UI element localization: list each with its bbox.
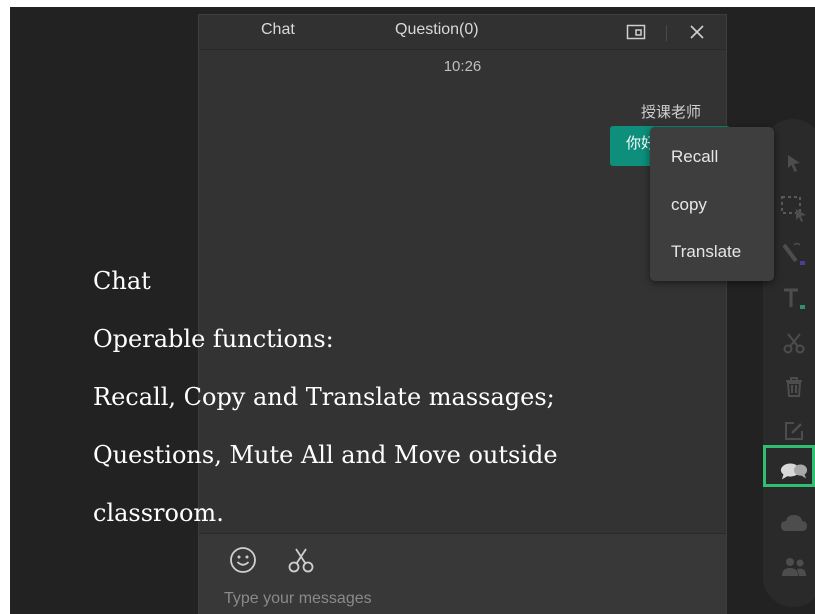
tool-pen[interactable] [780, 239, 808, 267]
popout-button[interactable] [624, 20, 648, 44]
scissors-icon [783, 333, 805, 354]
scissors-icon [288, 548, 314, 573]
tab-chat[interactable]: Chat [261, 21, 295, 39]
text-icon [784, 288, 805, 309]
cloud-icon [781, 515, 807, 531]
screenshot-button[interactable] [286, 545, 316, 579]
chat-header: Chat Question(0) [199, 15, 726, 50]
menu-item-recall[interactable]: Recall [671, 147, 718, 167]
pen-icon [782, 242, 805, 265]
select-area-icon [781, 196, 806, 222]
caption-line: Operable functions: [93, 325, 334, 353]
menu-item-translate[interactable]: Translate [671, 242, 741, 262]
context-menu: Recall copy Translate [650, 127, 774, 281]
menu-item-copy[interactable]: copy [671, 195, 707, 215]
caption-line: classroom. [93, 499, 224, 527]
tab-question[interactable]: Question(0) [395, 21, 479, 39]
sender-name: 授课老师 [640, 103, 701, 121]
tool-cursor[interactable] [780, 149, 808, 177]
trash-icon [786, 377, 802, 397]
tool-select-area[interactable] [780, 195, 808, 223]
feature-caption: Chat Operable functions: Recall, Copy an… [93, 252, 558, 542]
header-divider [666, 25, 667, 41]
message-timestamp: 10:26 [443, 58, 482, 75]
chat-tool-highlight [763, 445, 815, 487]
tool-clip[interactable] [780, 329, 808, 357]
emoji-button[interactable] [228, 545, 258, 579]
tool-delete[interactable] [780, 373, 808, 401]
chat-input-area [199, 533, 726, 614]
emoji-icon [230, 547, 256, 573]
tool-edit[interactable] [780, 417, 808, 445]
caption-line: Recall, Copy and Translate massages; [93, 383, 555, 411]
tool-cloud[interactable] [780, 509, 808, 537]
tool-users[interactable] [780, 553, 808, 581]
close-icon [690, 25, 704, 39]
caption-line: Chat [93, 267, 151, 295]
message-input[interactable] [222, 586, 706, 612]
close-button[interactable] [685, 20, 709, 44]
edit-icon [785, 422, 803, 440]
classroom-stage: Chat Question(0) 10:26 授课老师 你好 Type your… [10, 7, 815, 614]
users-icon [782, 558, 806, 576]
tool-text[interactable] [780, 285, 808, 313]
cursor-icon [788, 155, 800, 172]
caption-line: Questions, Mute All and Move outside [93, 441, 558, 469]
popout-icon [626, 24, 646, 40]
